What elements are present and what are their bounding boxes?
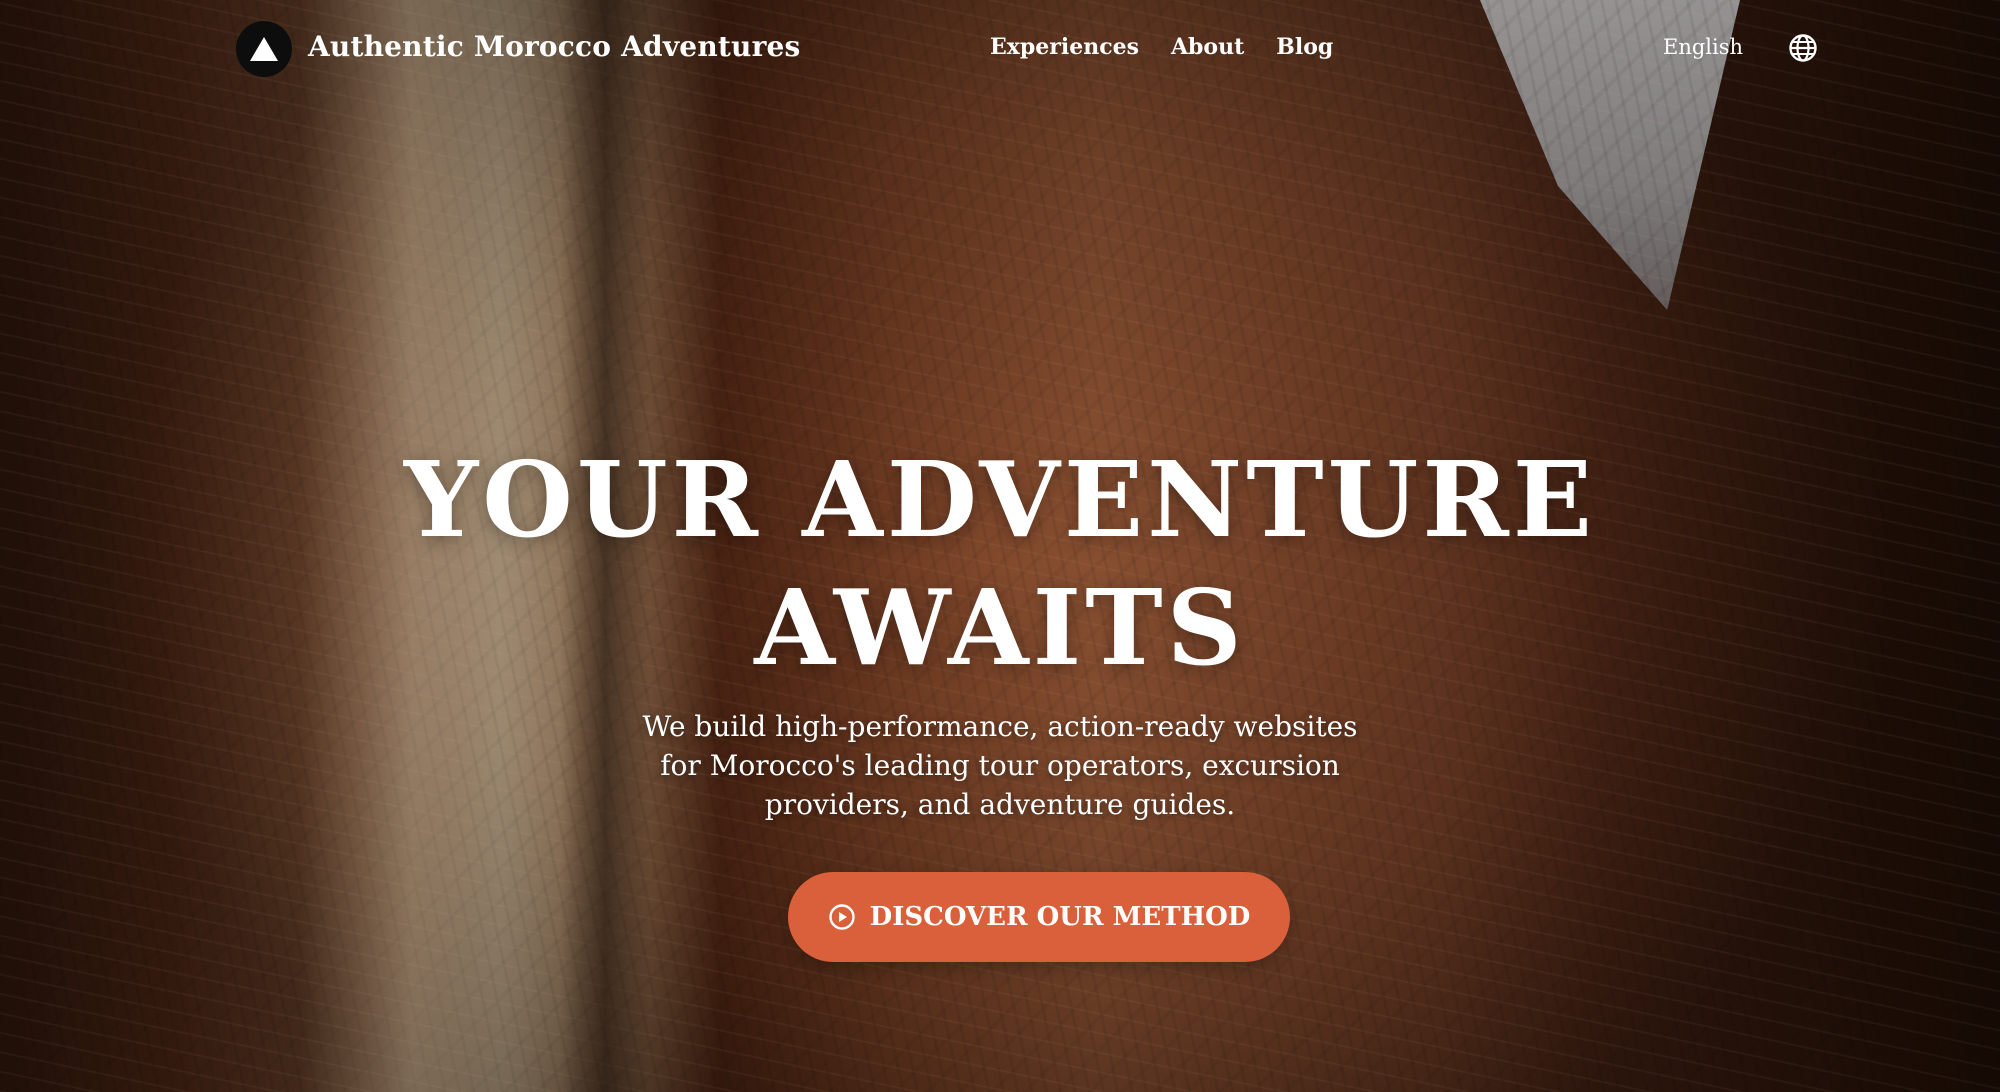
play-circle-icon: [828, 904, 855, 930]
cta-label: DISCOVER OUR METHOD: [869, 902, 1251, 932]
headline-line-2: AWAITS: [754, 566, 1246, 689]
nav-link-about[interactable]: About: [1171, 34, 1244, 60]
brand-name[interactable]: Authentic Morocco Adventures: [308, 30, 801, 63]
nav-link-blog[interactable]: Blog: [1276, 34, 1333, 60]
logo[interactable]: [236, 21, 292, 77]
hero-section: Authentic Morocco Adventures Experiences…: [0, 0, 2000, 1092]
main-nav: Experiences About Blog: [990, 34, 1333, 60]
site-header: Authentic Morocco Adventures Experiences…: [0, 0, 2000, 100]
headline-line-1: YOUR ADVENTURE: [403, 438, 1597, 561]
discover-method-button[interactable]: DISCOVER OUR METHOD: [788, 872, 1290, 962]
globe-icon[interactable]: [1788, 33, 1818, 63]
nav-link-experiences[interactable]: Experiences: [990, 34, 1139, 60]
language-selector[interactable]: English: [1663, 35, 1743, 59]
mountain-triangle-icon: [250, 37, 278, 61]
hero-headline: YOUR ADVENTURE AWAITS: [0, 436, 2000, 692]
hero-subtext: We build high-performance, action-ready …: [642, 710, 1358, 821]
